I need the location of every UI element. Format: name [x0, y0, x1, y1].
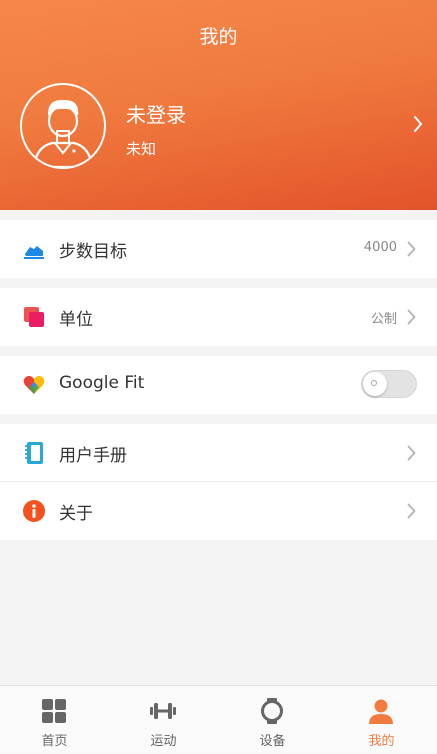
- user-avatar-icon: [32, 99, 94, 167]
- settings-row-google-fit: Google Fit: [0, 356, 437, 414]
- settings-label: Google Fit: [59, 373, 145, 393]
- tab-label: 我的: [368, 734, 395, 749]
- settings-label: 步数目标: [59, 242, 127, 262]
- settings-label: 用户手册: [59, 446, 127, 466]
- info-icon: [23, 500, 45, 522]
- dumbbell-icon: [150, 703, 176, 719]
- bottom-tab-bar: 首页 运动 设备 我的: [0, 685, 437, 753]
- settings-row-step-goal[interactable]: 步数目标 4000: [0, 220, 437, 278]
- settings-group-google-fit: Google Fit: [0, 356, 437, 414]
- settings-label: 关于: [59, 504, 93, 524]
- tab-sports[interactable]: 运动: [109, 686, 218, 754]
- tab-label: 运动: [150, 734, 177, 749]
- unit-icon: [24, 307, 44, 327]
- profile-card[interactable]: 未登录 未知: [20, 83, 425, 171]
- tab-device[interactable]: 设备: [218, 686, 327, 754]
- chevron-right-icon: [414, 116, 422, 132]
- page-title: 我的: [199, 26, 238, 48]
- settings-label: 单位: [59, 310, 93, 330]
- tab-home[interactable]: 首页: [0, 686, 109, 754]
- chevron-right-icon: [407, 503, 416, 519]
- profile-header: 我的 未登录 未知: [0, 0, 437, 210]
- watch-icon: [261, 698, 283, 724]
- google-fit-toggle[interactable]: [361, 370, 417, 398]
- toggle-knob: [363, 372, 387, 396]
- person-icon: [369, 699, 393, 724]
- chevron-right-icon: [407, 445, 416, 461]
- settings-group-step-goal: 步数目标 4000: [0, 220, 437, 278]
- notebook-icon: [25, 442, 43, 464]
- profile-subtitle: 未知: [126, 140, 157, 158]
- settings-group-info: 用户手册 关于: [0, 424, 437, 540]
- shoe-icon: [24, 246, 44, 259]
- chevron-right-icon: [407, 309, 416, 325]
- tab-label: 设备: [259, 734, 286, 749]
- step-goal-value: 4000: [363, 240, 397, 255]
- settings-row-unit[interactable]: 单位 公制: [0, 288, 437, 346]
- settings-row-user-manual[interactable]: 用户手册: [0, 424, 437, 482]
- grid-icon: [42, 699, 66, 723]
- profile-name: 未登录: [126, 103, 186, 127]
- tab-label: 首页: [41, 734, 68, 749]
- avatar: [20, 83, 106, 169]
- tab-mine[interactable]: 我的: [327, 686, 436, 754]
- settings-row-about[interactable]: 关于: [0, 482, 437, 540]
- unit-value: 公制: [370, 312, 397, 327]
- chevron-right-icon: [407, 241, 416, 257]
- google-fit-heart-icon: [23, 375, 45, 394]
- settings-group-unit: 单位 公制: [0, 288, 437, 346]
